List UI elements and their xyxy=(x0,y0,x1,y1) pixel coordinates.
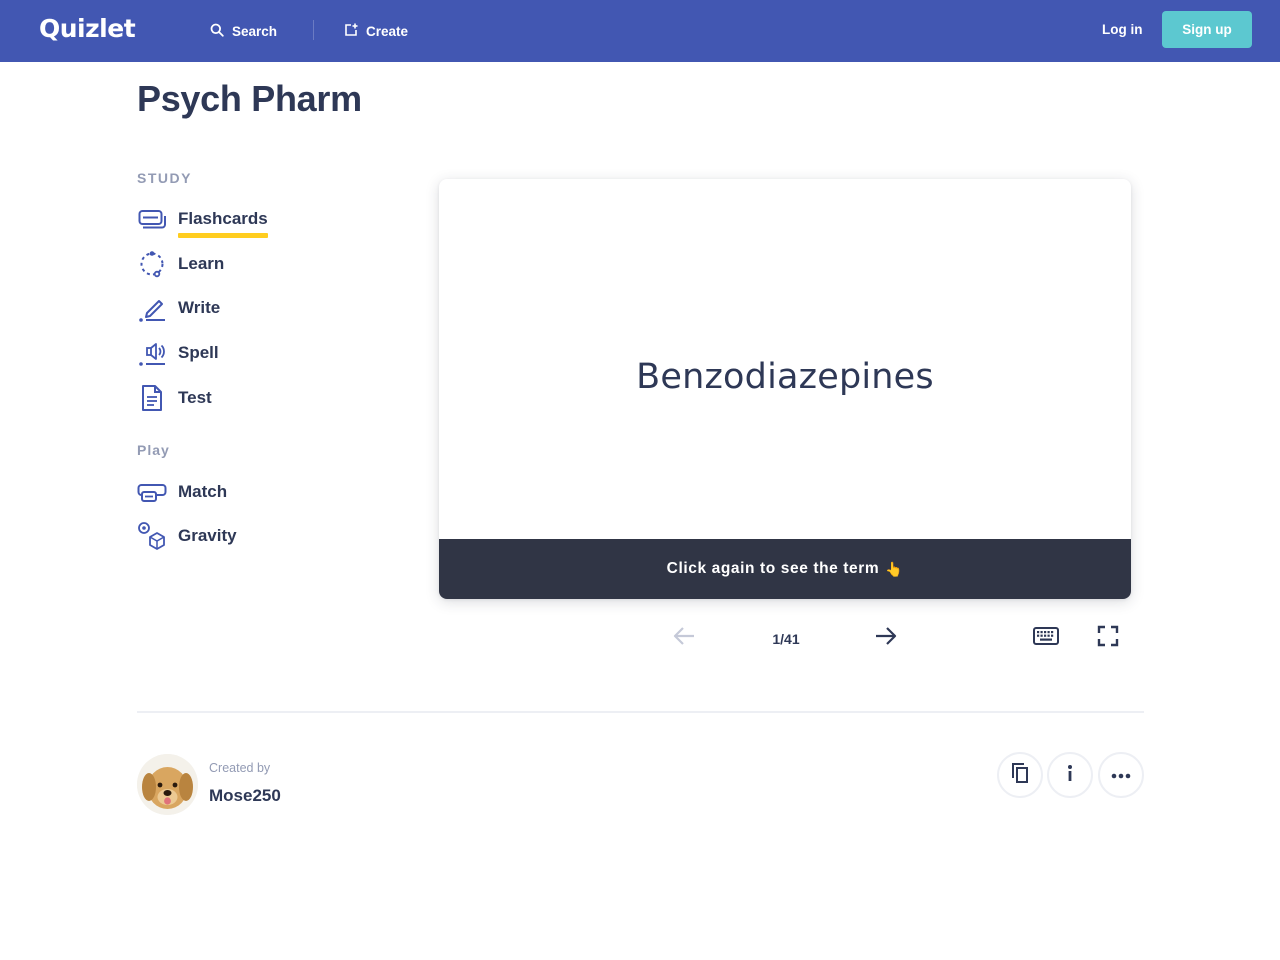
play-mode-label: Match xyxy=(178,482,228,501)
study-mode-label: Test xyxy=(178,388,212,407)
flip-hint-bar: Click again to see the term 👆 xyxy=(439,539,1131,599)
flip-hint-text: Click again to see the term xyxy=(666,560,880,577)
study-mode-flashcards[interactable]: Flashcards xyxy=(137,204,268,238)
write-icon xyxy=(137,293,167,323)
copy-set-button[interactable] xyxy=(997,752,1043,798)
search-icon xyxy=(210,23,224,40)
play-mode-gravity[interactable]: Gravity xyxy=(137,521,237,551)
gravity-icon xyxy=(137,521,167,551)
keyboard-icon xyxy=(1033,626,1059,650)
more-options-button[interactable] xyxy=(1098,752,1144,798)
keyboard-shortcuts-button[interactable] xyxy=(1030,624,1062,652)
info-button[interactable] xyxy=(1047,752,1093,798)
study-heading: STUDY xyxy=(137,170,192,186)
play-mode-label: Gravity xyxy=(178,526,237,545)
signup-button[interactable]: Sign up xyxy=(1162,11,1252,48)
section-divider xyxy=(137,711,1144,713)
study-mode-test[interactable]: Test xyxy=(137,383,212,413)
info-icon xyxy=(1066,763,1074,788)
pointing-hand-icon: 👆 xyxy=(885,560,904,577)
card-counter: 1/41 xyxy=(772,631,800,647)
flashcard[interactable]: Benzodiazepines Click again to see the t… xyxy=(439,179,1131,599)
flashcards-icon xyxy=(137,204,167,234)
login-button[interactable]: Log in xyxy=(1102,22,1143,37)
study-mode-label: Flashcards xyxy=(178,209,268,238)
more-icon xyxy=(1111,766,1131,784)
test-icon xyxy=(137,383,167,413)
create-button[interactable]: Create xyxy=(344,20,408,42)
play-mode-match[interactable]: Match xyxy=(137,477,227,507)
study-mode-label: Learn xyxy=(178,254,225,273)
puppy-avatar-image xyxy=(137,754,198,815)
match-icon xyxy=(137,477,167,507)
learn-icon xyxy=(137,249,167,279)
study-mode-spell[interactable]: Spell xyxy=(137,338,219,368)
spell-icon xyxy=(137,338,167,368)
study-mode-learn[interactable]: Learn xyxy=(137,249,224,279)
previous-card-button[interactable] xyxy=(668,624,700,652)
arrow-left-icon xyxy=(672,626,696,651)
creator-username[interactable]: Mose250 xyxy=(209,786,281,806)
play-heading: Play xyxy=(137,442,170,458)
fullscreen-icon xyxy=(1097,625,1119,652)
fullscreen-button[interactable] xyxy=(1094,624,1122,652)
study-mode-label: Write xyxy=(178,298,221,317)
created-by-label: Created by xyxy=(209,761,271,775)
flashcard-text: Benzodiazepines xyxy=(636,357,934,397)
create-icon xyxy=(344,23,358,40)
quizlet-logo[interactable]: Quizlet xyxy=(39,14,136,43)
study-mode-label: Spell xyxy=(178,343,219,362)
search-button[interactable]: Search xyxy=(210,20,277,42)
page-title: Psych Pharm xyxy=(137,78,362,119)
arrow-right-icon xyxy=(874,626,898,651)
nav-divider xyxy=(313,20,314,40)
next-card-button[interactable] xyxy=(870,624,902,652)
create-label: Create xyxy=(366,23,409,39)
top-navigation-bar: Quizlet Search Create Log in Sign up xyxy=(0,0,1280,62)
study-mode-write[interactable]: Write xyxy=(137,293,220,323)
creator-avatar[interactable] xyxy=(137,754,198,815)
copy-icon xyxy=(1010,762,1030,789)
search-label: Search xyxy=(232,23,278,39)
